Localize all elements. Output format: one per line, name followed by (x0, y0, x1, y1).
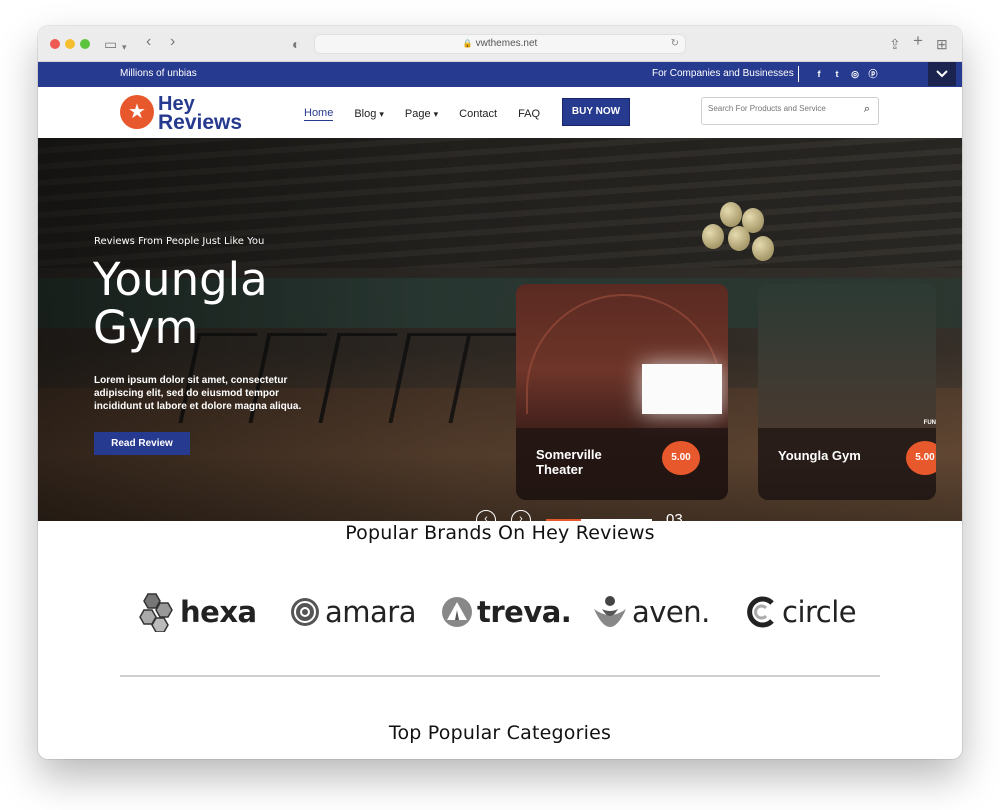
nav-label: Home (304, 107, 334, 119)
star-logo-icon: ★ (120, 95, 154, 129)
instagram-icon[interactable]: ◎ (850, 68, 860, 80)
rating-badge: 5.00 (662, 441, 700, 475)
hexagon-cluster-icon (139, 593, 173, 632)
brand-name: amara (325, 595, 417, 629)
balloon (728, 226, 750, 251)
logo-text-line2: Reviews (158, 111, 243, 134)
site-header: ★ Hey Reviews Home Blog ▾ Page ▾ Contact F… (38, 87, 962, 138)
search-input[interactable] (708, 104, 858, 113)
main-nav: Home Blog ▾ Page ▾ Contact FAQ (304, 107, 561, 121)
brand-logo-circle[interactable]: circle (746, 591, 857, 633)
hero-description: Lorem ipsum dolor sit amet, consectetur … (94, 375, 302, 412)
rating-badge: 5.00 (906, 441, 936, 475)
hero-subtitle: Reviews From People Just Like You (94, 236, 265, 247)
url-text: vwthemes.net (475, 38, 538, 49)
search-box: ⌕ (701, 97, 879, 125)
ring-c-icon (747, 596, 774, 628)
hero-slider: Reviews From People Just Like You Youngl… (38, 138, 962, 521)
address-bar[interactable]: 🔒 vwthemes.net ↻ (314, 34, 686, 54)
nav-label: Blog (354, 108, 377, 120)
lock-icon: 🔒 (462, 39, 473, 48)
forward-icon[interactable]: › (170, 33, 175, 51)
balloon (702, 224, 724, 249)
person-leaf-icon (594, 596, 626, 627)
balloon (720, 202, 742, 227)
topbar-expand-button[interactable] (928, 62, 956, 86)
review-card[interactable]: Somerville Theater 5.00 (516, 284, 728, 500)
hero-title: Youngla Gym (93, 253, 268, 354)
browser-toolbar: ▭ ▾ ‹ › ◐ 🔒 vwthemes.net ↻ ⇪ + ⊞ (38, 26, 962, 62)
slide-number: 03 (666, 511, 683, 521)
nav-label: FAQ (518, 108, 541, 120)
tagline-text: Millions of unbias (120, 68, 197, 79)
browser-window: ▭ ▾ ‹ › ◐ 🔒 vwthemes.net ↻ ⇪ + ⊞ Millions… (38, 26, 962, 759)
review-card[interactable]: FUN Youngla Gym 5.00 (758, 284, 936, 500)
topbar-divider (798, 66, 799, 82)
brand-logo-aven[interactable]: aven. (592, 591, 710, 633)
brand-name: treva. (477, 595, 572, 629)
sidebar-toggle-icon[interactable]: ▭ (104, 35, 117, 53)
search-icon[interactable]: ⌕ (864, 103, 870, 116)
slider-progress (546, 519, 652, 521)
nav-item-page[interactable]: Page ▾ (405, 107, 438, 121)
share-icon[interactable]: ⇪ (889, 35, 901, 53)
nav-label: Page (404, 108, 431, 120)
new-tab-icon[interactable]: + (913, 32, 923, 50)
close-window-button[interactable] (50, 39, 60, 49)
top-bar: Millions of unbias For Companies and Bus… (38, 62, 962, 87)
chevron-down-icon: ▾ (433, 108, 439, 119)
mountain-tree-icon (442, 597, 472, 627)
balloons-image (692, 196, 782, 276)
chevron-down-icon (936, 70, 948, 78)
balloon (752, 236, 774, 261)
tab-overview-icon[interactable]: ⊞ (936, 35, 948, 53)
business-link[interactable]: For Companies and Businesses (652, 68, 794, 79)
brand-name: hexa (180, 595, 257, 629)
social-links: f t ◎ ⓟ (814, 68, 878, 80)
card-title: Somerville Theater (536, 447, 602, 477)
card-corner-text: FUN (923, 420, 936, 426)
nav-item-blog[interactable]: Blog ▾ (354, 107, 384, 121)
chevron-left-icon: ‹ (484, 513, 488, 521)
minimize-window-button[interactable] (65, 39, 75, 49)
brands-section-title: Popular Brands On Hey Reviews (345, 522, 655, 544)
site-logo[interactable]: ★ Hey Reviews (120, 93, 243, 134)
chevron-right-icon: › (519, 513, 523, 521)
brand-logos: hexa amara treva. aven. circle (136, 591, 866, 633)
nav-item-home[interactable]: Home (304, 107, 334, 121)
buy-now-button[interactable]: BUY NOW (562, 98, 630, 126)
pinterest-icon[interactable]: ⓟ (868, 68, 878, 80)
categories-section-title: Top Popular Categories (388, 722, 612, 744)
chevron-down-icon[interactable]: ▾ (122, 38, 127, 56)
reload-icon[interactable]: ↻ (671, 35, 679, 53)
twitter-icon[interactable]: t (832, 68, 842, 80)
theater-screen (642, 364, 722, 414)
nav-label: Contact (459, 108, 498, 120)
card-title: Youngla Gym (778, 448, 861, 463)
nav-item-contact[interactable]: Contact (459, 107, 497, 121)
facebook-icon[interactable]: f (814, 68, 824, 80)
brand-name: circle (782, 595, 857, 629)
brand-name: aven. (632, 595, 710, 629)
slider-progress-fill (546, 519, 581, 521)
zoom-window-button[interactable] (80, 39, 90, 49)
chevron-down-icon: ▾ (379, 108, 384, 119)
privacy-shield-icon[interactable]: ◐ (292, 35, 300, 53)
brand-logo-hexa[interactable]: hexa (136, 591, 257, 633)
nav-item-faq[interactable]: FAQ (518, 107, 540, 121)
brand-logo-amara[interactable]: amara (289, 591, 417, 633)
back-icon[interactable]: ‹ (146, 33, 151, 51)
read-review-button[interactable]: Read Review (94, 432, 190, 455)
at-sign-icon (291, 598, 319, 626)
section-divider (120, 675, 880, 677)
brand-logo-treva[interactable]: treva. (441, 591, 572, 633)
